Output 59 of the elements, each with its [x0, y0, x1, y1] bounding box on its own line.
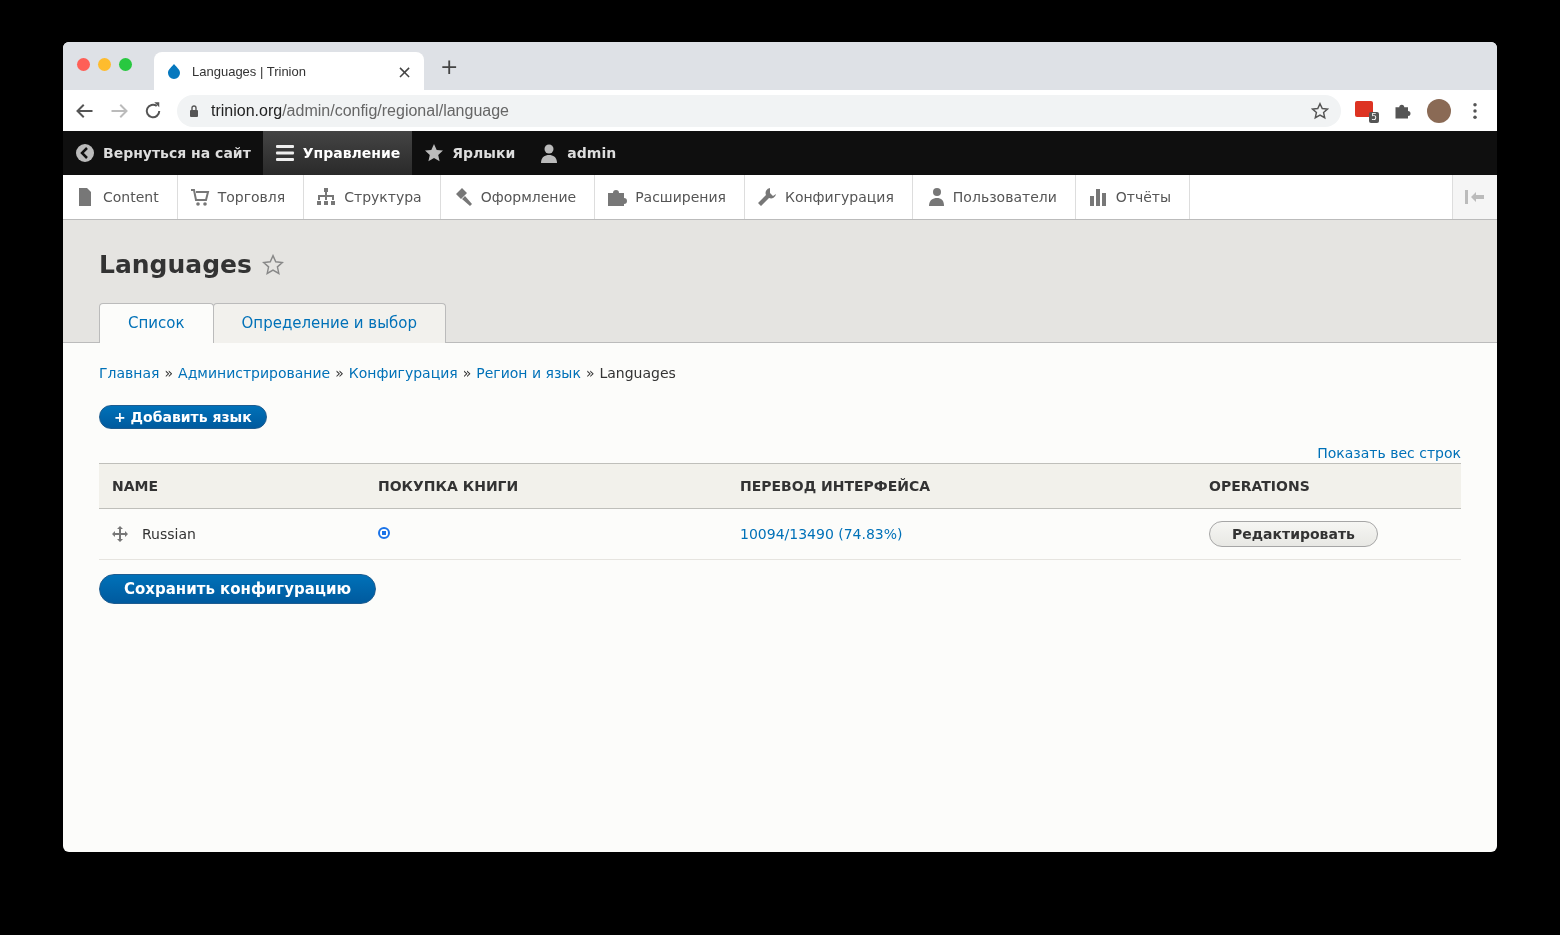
show-row-weights-link[interactable]: Показать вес строк: [1317, 445, 1461, 461]
breadcrumb-link[interactable]: Администрирование: [178, 365, 331, 381]
breadcrumb-separator: »: [164, 365, 174, 381]
new-tab-button[interactable]: +: [440, 53, 459, 79]
address-bar[interactable]: trinion.org/admin/config/regional/language: [177, 94, 1341, 127]
menu-item[interactable]: Конфигурация: [744, 175, 913, 219]
column-header: ПЕРЕВОД ИНТЕРФЕЙСА: [727, 463, 1196, 509]
drag-handle-icon[interactable]: [112, 526, 128, 542]
menu-item[interactable]: Пользователи: [912, 175, 1076, 219]
tab-title: Languages | Trinion: [192, 63, 307, 79]
browser-tab[interactable]: Languages | Trinion ×: [154, 52, 424, 90]
close-window-button[interactable]: [77, 57, 90, 71]
avatar[interactable]: [1427, 98, 1451, 123]
menu-item[interactable]: Отчёты: [1075, 175, 1191, 219]
toolbar-item[interactable]: admin: [527, 131, 629, 175]
menu-item[interactable]: Торговля: [177, 175, 305, 219]
menu-item[interactable]: Content: [63, 175, 178, 219]
menu-item[interactable]: Оформление: [440, 175, 596, 219]
language-name: Russian: [142, 526, 196, 542]
close-tab-button[interactable]: ×: [396, 60, 412, 82]
breadcrumb-link[interactable]: Конфигурация: [348, 365, 458, 381]
menu-item[interactable]: Структура: [304, 175, 441, 219]
default-radio[interactable]: [378, 527, 390, 539]
edit-button[interactable]: Редактировать: [1209, 521, 1378, 547]
menu-icon: [274, 143, 295, 163]
drop-icon: [166, 63, 182, 79]
star-icon: [424, 143, 445, 163]
toolbar-item[interactable]: Вернуться на сайт: [63, 131, 263, 175]
hierarchy-icon: [316, 187, 337, 207]
tab[interactable]: Список: [99, 303, 214, 343]
cart-icon: [189, 187, 210, 207]
star-icon[interactable]: [261, 253, 284, 276]
bookmark-star-icon[interactable]: [1311, 101, 1329, 120]
toolbar-item[interactable]: Ярлыки: [412, 131, 528, 175]
user-icon: [539, 143, 560, 163]
puzzle-icon: [607, 187, 628, 207]
collapse-icon: [1465, 190, 1485, 204]
breadcrumb-link[interactable]: Главная: [99, 365, 160, 381]
save-configuration-button[interactable]: Сохранить конфигурацию: [99, 574, 377, 604]
extension-icon[interactable]: [1355, 100, 1373, 117]
add-language-button[interactable]: + Добавить язык: [99, 405, 267, 429]
breadcrumb-link[interactable]: Регион и язык: [476, 365, 581, 381]
breadcrumb-current: Languages: [599, 365, 676, 381]
breadcrumb-separator: »: [585, 365, 595, 381]
wrench-icon: [756, 187, 777, 207]
breadcrumb-separator: »: [335, 365, 344, 381]
extension-badge: 5: [1369, 111, 1379, 123]
reload-icon[interactable]: [143, 100, 163, 121]
translation-link[interactable]: 10094/13490 (74.83%): [740, 526, 903, 542]
column-header: OPERATIONS: [1196, 463, 1461, 509]
bar-chart-icon: [1087, 187, 1108, 207]
breadcrumb-separator: »: [462, 365, 472, 381]
lock-icon: [189, 104, 199, 117]
tab[interactable]: Определение и выбор: [212, 303, 446, 343]
menu-item[interactable]: Расширения: [595, 175, 745, 219]
toolbar-item[interactable]: Управление: [262, 131, 413, 175]
column-header: ПОКУПКА КНИГИ: [365, 463, 727, 509]
column-header: NAME: [99, 463, 365, 509]
page-title: Languages: [99, 250, 252, 279]
